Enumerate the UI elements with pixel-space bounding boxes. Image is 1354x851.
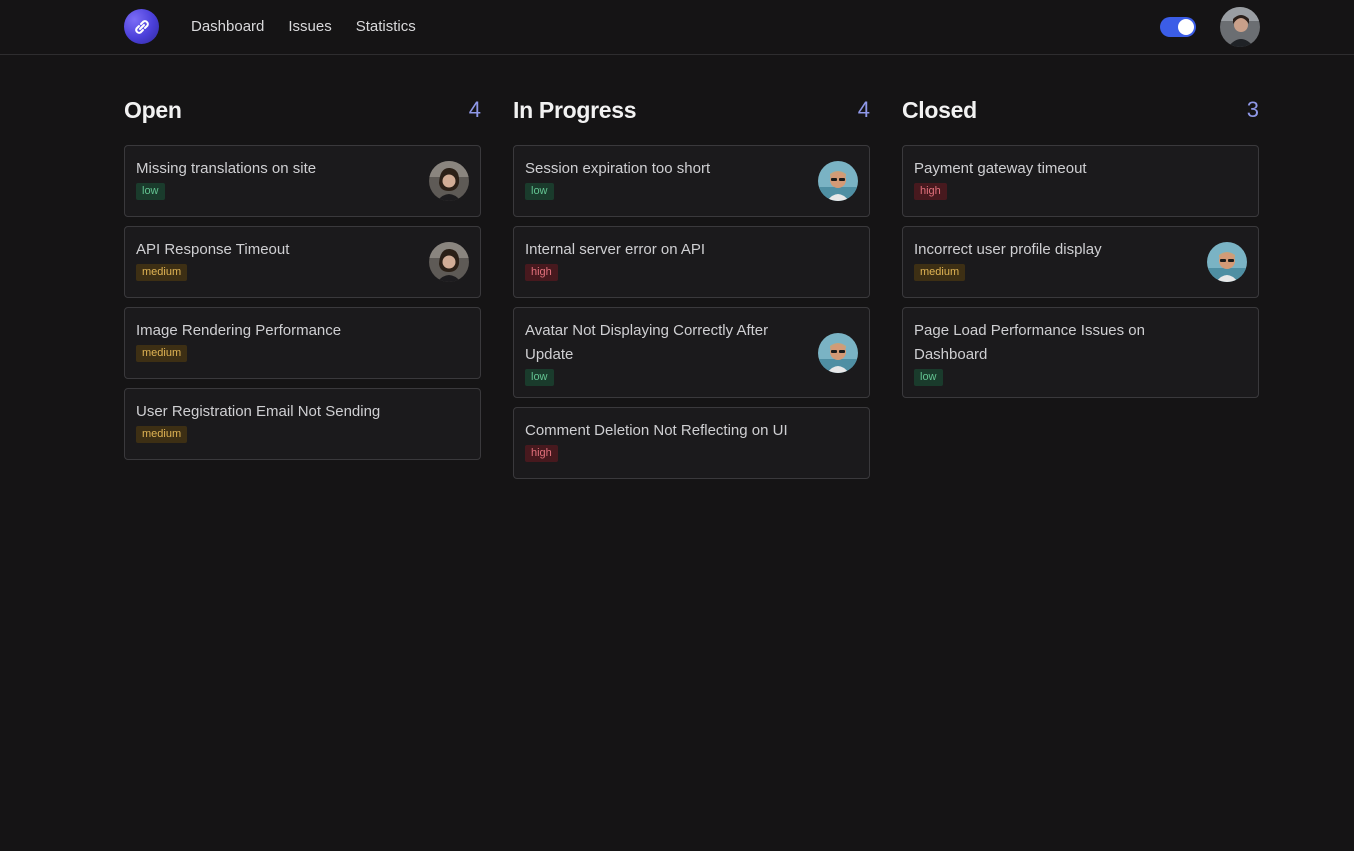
priority-badge: medium: [136, 264, 188, 281]
issue-card[interactable]: Page Load Performance Issues on Dashboar…: [902, 307, 1259, 398]
issue-card[interactable]: Incorrect user profile display medium: [902, 226, 1259, 298]
column-closed: Closed 3 Payment gateway timeout high Incorr…: [902, 92, 1259, 488]
user-avatar-image: [1220, 7, 1260, 47]
issue-card[interactable]: User Registration Email Not Sending mediu…: [124, 388, 481, 460]
column-count: 4: [468, 97, 481, 122]
link-logo-icon: [134, 19, 149, 34]
priority-badge: medium: [136, 426, 188, 443]
assignee-avatar: [429, 161, 469, 201]
column-count: 3: [1246, 97, 1259, 122]
issue-card[interactable]: Comment Deletion Not Reflecting on UI hig…: [513, 407, 870, 479]
assignee-avatar: [1207, 242, 1247, 282]
priority-badge: medium: [914, 264, 966, 281]
issue-card[interactable]: Missing translations on site low: [124, 145, 481, 217]
nav-issues[interactable]: Issues: [288, 17, 331, 37]
column-header: Closed 3: [902, 92, 1259, 128]
column-title: Closed: [902, 96, 977, 123]
nav-statistics[interactable]: Statistics: [356, 17, 416, 37]
issue-title: Avatar Not Displaying Correctly After Up…: [525, 322, 769, 363]
priority-badge: medium: [136, 345, 188, 362]
issue-card[interactable]: API Response Timeout medium: [124, 226, 481, 298]
issue-title: Image Rendering Performance: [136, 322, 342, 339]
column-title: In Progress: [513, 96, 637, 123]
issue-title: Session expiration too short: [525, 160, 711, 177]
column-header: Open 4: [124, 92, 481, 128]
priority-badge: high: [914, 183, 947, 200]
issue-title: Page Load Performance Issues on Dashboar…: [914, 322, 1145, 363]
top-navbar: Dashboard Issues Statistics: [0, 0, 1354, 55]
assignee-avatar: [818, 161, 858, 201]
issue-card[interactable]: Session expiration too short low: [513, 145, 870, 217]
issue-card[interactable]: Payment gateway timeout high: [902, 145, 1259, 217]
issue-title: Payment gateway timeout: [914, 160, 1087, 177]
issue-title: Internal server error on API: [525, 241, 706, 258]
issue-title: API Response Timeout: [136, 241, 290, 258]
kanban-board: Open 4 Missing translations on site low API …: [124, 92, 1260, 488]
assignee-avatar: [818, 332, 858, 373]
user-avatar[interactable]: [1220, 7, 1260, 47]
main-nav: Dashboard Issues Statistics: [191, 17, 416, 37]
issue-card[interactable]: Avatar Not Displaying Correctly After Up…: [513, 307, 870, 398]
toggle-knob: [1178, 19, 1194, 35]
priority-badge: low: [525, 369, 554, 386]
issue-title: Missing translations on site: [136, 160, 317, 177]
theme-toggle[interactable]: [1160, 17, 1196, 37]
issue-title: User Registration Email Not Sending: [136, 403, 381, 420]
priority-badge: high: [525, 445, 558, 462]
priority-badge: low: [914, 369, 943, 386]
app-logo[interactable]: [124, 9, 159, 44]
issue-title: Incorrect user profile display: [914, 241, 1102, 258]
issue-card[interactable]: Image Rendering Performance medium: [124, 307, 481, 379]
column-in-progress: In Progress 4 Session expiration too short…: [513, 92, 870, 488]
column-header: In Progress 4: [513, 92, 870, 128]
column-count: 4: [857, 97, 870, 122]
priority-badge: low: [525, 183, 554, 200]
column-title: Open: [124, 96, 182, 123]
issue-card[interactable]: Internal server error on API high: [513, 226, 870, 298]
issue-title: Comment Deletion Not Reflecting on UI: [525, 422, 788, 439]
nav-dashboard[interactable]: Dashboard: [191, 17, 264, 37]
priority-badge: high: [525, 264, 558, 281]
column-open: Open 4 Missing translations on site low API …: [124, 92, 481, 488]
priority-badge: low: [136, 183, 165, 200]
assignee-avatar: [429, 242, 469, 282]
